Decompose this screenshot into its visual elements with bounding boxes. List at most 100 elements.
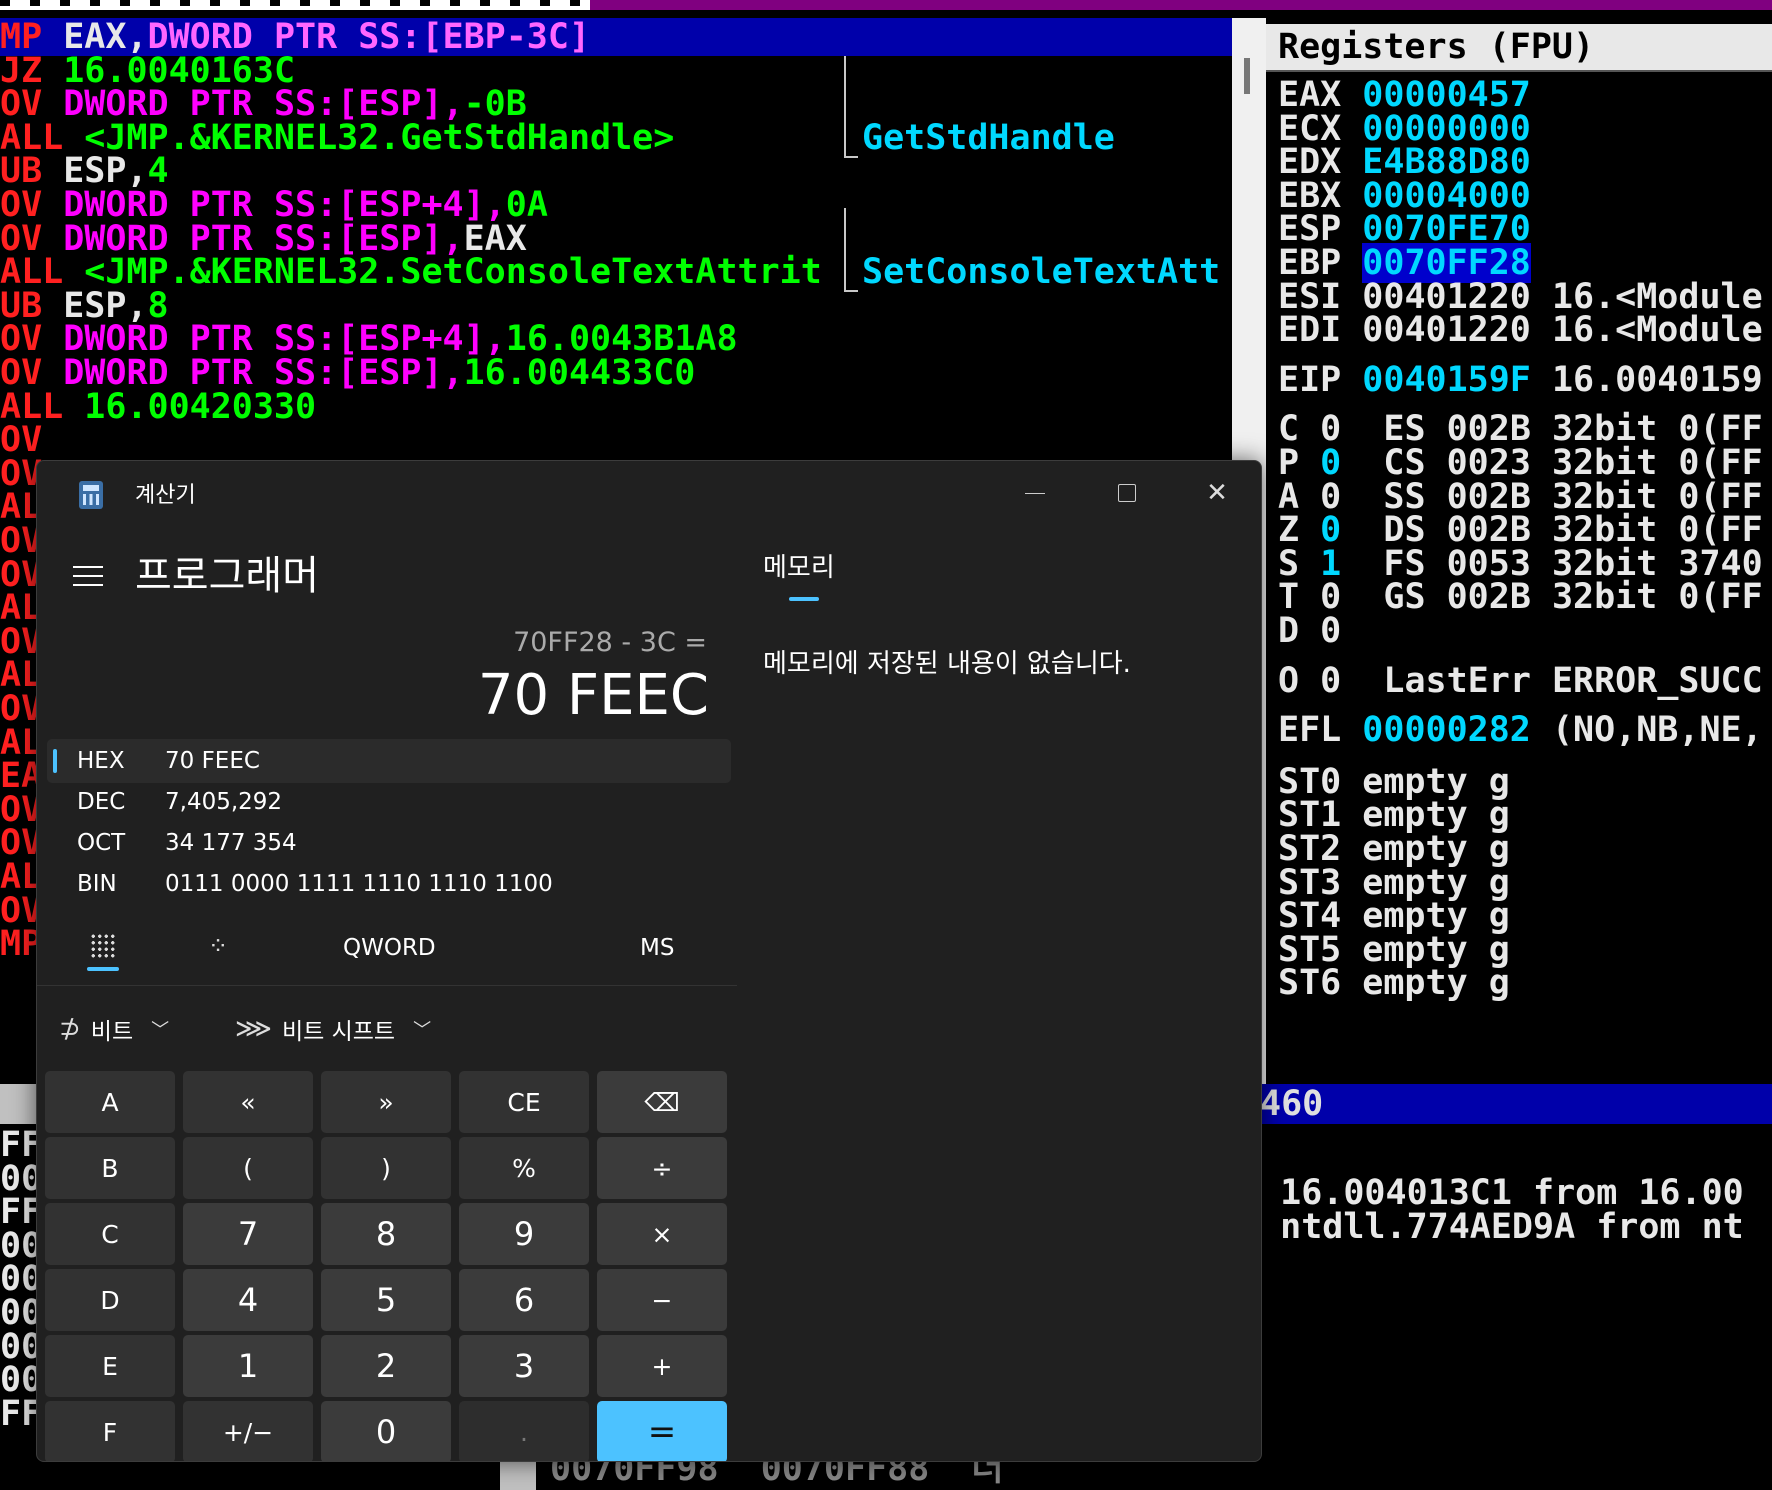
full-keypad-tab[interactable] [83,929,123,973]
bitwise-label: 비트 [90,1019,134,1045]
chevron-down-icon: ﹀ [413,1020,432,1041]
call-group-bracket-end [844,278,858,292]
key-e[interactable]: E [45,1335,175,1397]
key-modulo[interactable]: % [459,1137,589,1199]
operand: 16.00420330 [63,386,317,427]
stack-header: 460 [1232,1084,1772,1124]
comment-setconsoletextattribute: SetConsoleTextAtt [862,252,1221,292]
selected-base-indicator [53,749,57,773]
base-row-oct[interactable]: OCT 34 177 354 [47,821,731,865]
bitshift-dropdown[interactable]: ⋙ 비트 시프트 ﹀ [235,1009,431,1049]
pane-border [500,1458,536,1490]
flag-row[interactable]: O 0 LastErr ERROR_SUCC [1278,662,1763,700]
expression-display: 70FF28 - 3C = [513,627,707,658]
segment-info: LastErr ERROR_SUCC [1383,660,1763,701]
key-clear-entry[interactable]: CE [459,1071,589,1133]
close-button[interactable]: ✕ [1187,469,1247,517]
base-label: BIN [77,871,117,897]
flag-value[interactable]: 0 [1320,611,1341,651]
base-value: 34 177 354 [165,830,297,856]
calculator-title-bar[interactable]: 계산기 ✕ [37,461,1261,527]
fpu-register-row[interactable]: ST6 empty g [1278,964,1510,1002]
key-close-paren[interactable]: ) [321,1137,451,1199]
register-name: EFL [1278,710,1342,751]
key-b[interactable]: B [45,1137,175,1199]
key-d[interactable]: D [45,1269,175,1331]
register-comment: 16.0040159 [1551,359,1763,400]
key-2[interactable]: 2 [321,1335,451,1397]
base-label: DEC [77,789,126,815]
flag-row[interactable]: D 0 [1278,612,1383,650]
key-f[interactable]: F [45,1401,175,1461]
key-3[interactable]: 3 [459,1335,589,1397]
key-8[interactable]: 8 [321,1203,451,1265]
segment-info: GS 002B 32bit 0(FF [1383,577,1763,618]
active-tab-indicator [87,967,119,971]
key-negate[interactable]: +/− [183,1401,313,1461]
disasm-line[interactable]: ALL 16.00420330 [0,388,316,426]
hamburger-icon-line [73,575,103,577]
key-subtract[interactable]: − [597,1269,727,1331]
calculator-mode-title: 프로그래머 [135,553,319,599]
stack-line[interactable]: o ntdll.774AED9A from nt [1238,1208,1744,1246]
flag-value[interactable]: 0 [1320,661,1341,701]
minimize-icon [1025,492,1045,494]
word-size-button[interactable]: QWORD [343,935,436,961]
bit-keypad-icon: ⁘ [207,932,229,960]
bitwise-dropdown[interactable]: ⊅ 비트 ﹀ [59,1009,169,1049]
hamburger-icon-line [73,584,103,586]
scroll-thumb[interactable] [1244,58,1250,94]
register-value[interactable]: 0040159F [1362,360,1531,400]
memory-store-button[interactable]: MS [640,935,674,961]
key-c[interactable]: C [45,1203,175,1265]
debugger-title-bar [0,0,1772,10]
logic-gate-icon: ⊅ [59,1014,81,1044]
key-divide[interactable]: ÷ [597,1137,727,1199]
register-value[interactable]: 00401220 [1362,310,1531,350]
key-left-shift[interactable]: « [183,1071,313,1133]
key-9[interactable]: 9 [459,1203,589,1265]
maximize-button[interactable] [1097,469,1157,517]
call-group-bracket [844,208,846,278]
key-right-shift[interactable]: » [321,1071,451,1133]
key-1[interactable]: 1 [183,1335,313,1397]
base-row-dec[interactable]: DEC 7,405,292 [47,780,731,824]
key-a[interactable]: A [45,1071,175,1133]
register-row[interactable]: EIP 0040159F 16.0040159 [1278,361,1763,399]
close-icon: ✕ [1206,478,1228,508]
key-5[interactable]: 5 [321,1269,451,1331]
key-backspace[interactable]: ⌫ [597,1071,727,1133]
flag-name: O [1278,660,1300,701]
bit-toggle-keypad-tab[interactable]: ⁘ [203,931,233,961]
calculator-window: 계산기 ✕ 프로그래머 70FF28 - 3C = 70 FEEC ⁘ QWOR… [36,460,1262,1462]
bottom-stack-line: 0070FF98 0070FF88 더 [550,1458,1004,1489]
key-add[interactable]: + [597,1335,727,1397]
key-equals[interactable]: = [597,1401,727,1461]
key-7[interactable]: 7 [183,1203,313,1265]
key-open-paren[interactable]: ( [183,1137,313,1199]
memory-tab-indicator [789,597,819,601]
register-value[interactable]: 00000282 [1362,710,1531,750]
key-decimal: . [459,1401,589,1461]
register-name: EDI [1278,310,1342,351]
base-label: HEX [77,748,125,774]
efl-row[interactable]: EFL 00000282 (NO,NB,NE, [1278,711,1763,749]
key-4[interactable]: 4 [183,1269,313,1331]
key-multiply[interactable]: × [597,1203,727,1265]
minimize-button[interactable] [1005,469,1065,517]
operand: <JMP.&KERNEL32.SetConsoleTextAttrit [63,252,822,293]
register-row[interactable]: EDI 00401220 16.<Module [1278,311,1763,349]
register-name: EIP [1278,359,1342,400]
base-row-bin[interactable]: BIN 0111 0000 1111 1110 1110 1100 [47,862,731,906]
key-6[interactable]: 6 [459,1269,589,1331]
stack-pane[interactable]: o 16.004013C1 from 16.00 o ntdll.774AED9A… [1232,1124,1772,1490]
memory-tab[interactable]: 메모리 [763,547,835,584]
navigation-menu-button[interactable] [67,555,109,597]
operand: 16.004433C0 [463,353,696,393]
registers-pane[interactable]: Registers (FPU) EAX 00000457 ECX 0000000… [1266,18,1772,1084]
memory-empty-message: 메모리에 저장된 내용이 없습니다. [763,649,1131,679]
chevron-down-icon: ﹀ [151,1020,170,1041]
key-0[interactable]: 0 [321,1401,451,1461]
base-value: 7,405,292 [165,789,283,815]
base-row-hex[interactable]: HEX 70 FEEC [47,739,731,783]
